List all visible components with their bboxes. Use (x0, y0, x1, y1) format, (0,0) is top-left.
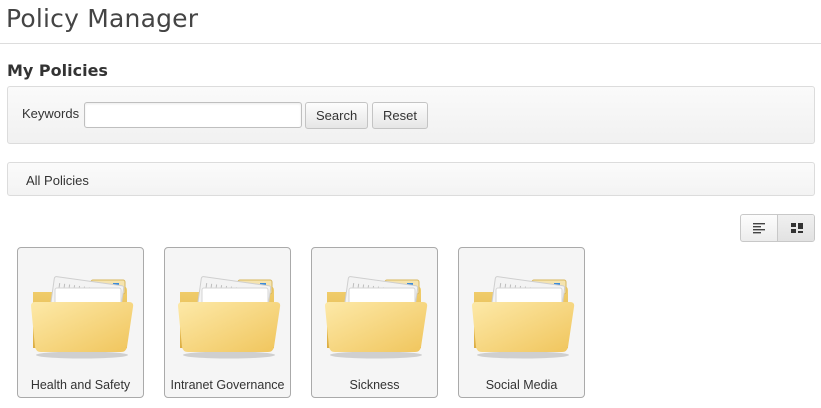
grid-view-icon (790, 223, 803, 233)
folder-icon (472, 276, 575, 359)
list-view-button[interactable] (741, 215, 778, 241)
folder-label: Sickness (349, 378, 400, 392)
folder-tile-social-media[interactable]: Social Media (458, 247, 585, 398)
title-divider (0, 43, 821, 44)
breadcrumb: All Policies (7, 162, 815, 196)
folder-label: Health and Safety (30, 378, 131, 392)
breadcrumb-item-all-policies[interactable]: All Policies (26, 173, 89, 188)
folder-tile-health-and-safety[interactable]: Health and Safety (17, 247, 144, 398)
keywords-label: Keywords (22, 106, 80, 121)
folder-icon (325, 276, 428, 359)
search-button[interactable]: Search (305, 102, 368, 129)
app-title: Policy Manager (6, 4, 199, 33)
keywords-input[interactable] (84, 102, 302, 128)
section-title: My Policies (7, 61, 108, 80)
list-view-icon (753, 223, 765, 234)
folder-icon (178, 276, 281, 359)
reset-button[interactable]: Reset (372, 102, 428, 129)
grid-view-button[interactable] (778, 215, 814, 241)
view-toggle (740, 214, 815, 242)
search-panel: Keywords Search Reset (7, 86, 815, 144)
folder-label: Social Media (485, 378, 558, 392)
folder-tile-intranet-governance[interactable]: Intranet Governance (164, 247, 291, 398)
folder-label: Intranet Governance (170, 378, 285, 392)
folder-tile-sickness[interactable]: Sickness (311, 247, 438, 398)
folder-icon (31, 276, 134, 359)
